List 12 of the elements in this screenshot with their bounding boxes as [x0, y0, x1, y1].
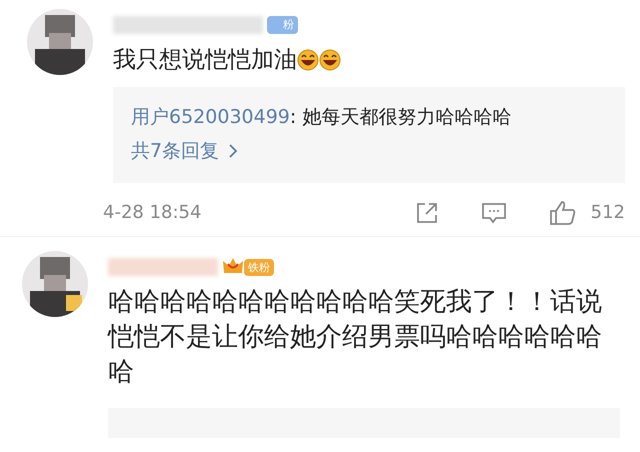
comment-icon[interactable]	[480, 200, 507, 224]
like-count: 512	[590, 201, 625, 225]
comment-text: 我只想说恺恺加油	[113, 46, 297, 75]
comment-text: 哈哈哈哈哈哈哈哈哈哈哈笑死我了！！话说恺恺不是让你给她介绍男票吗哈哈哈哈哈哈哈	[108, 286, 603, 389]
fan-badge: 铁粉	[244, 258, 274, 276]
chevron-right-icon	[227, 143, 240, 159]
share-icon[interactable]	[414, 200, 439, 224]
more-replies-link[interactable]: 共7条回复	[131, 133, 625, 169]
thumbs-up-icon[interactable]	[548, 200, 577, 226]
reply-text: 用户6520030499: 她每天都很努力哈哈哈哈	[131, 105, 512, 130]
fan-badge: 粉	[267, 16, 298, 34]
timestamp: 4-28 18:54	[103, 201, 202, 225]
